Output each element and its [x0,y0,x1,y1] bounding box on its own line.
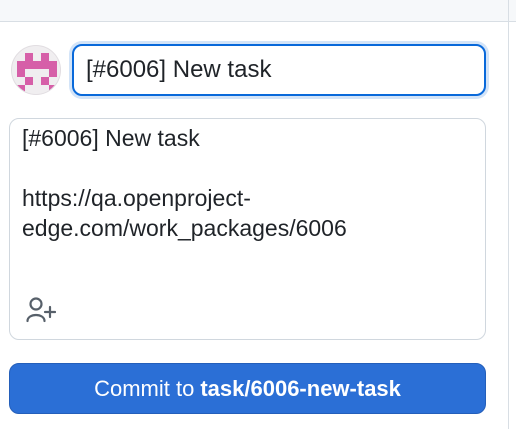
commit-description-textarea[interactable]: [#6006] New task https://qa.openproject-… [22,123,472,283]
commit-summary-input[interactable] [72,44,486,96]
commit-button-prefix: Commit to [94,375,195,401]
add-user-icon [26,297,56,323]
identicon-avatar [11,45,61,95]
commit-button[interactable]: Commit to task/6006-new-task [9,363,486,414]
top-panel-edge [0,0,516,22]
avatar-identicon-icon [17,53,57,93]
add-coauthor-button[interactable] [19,293,63,327]
commit-description-box: [#6006] New task https://qa.openproject-… [9,118,486,340]
panel-divider [508,0,509,429]
commit-branch-name: task/6006-new-task [200,375,401,401]
